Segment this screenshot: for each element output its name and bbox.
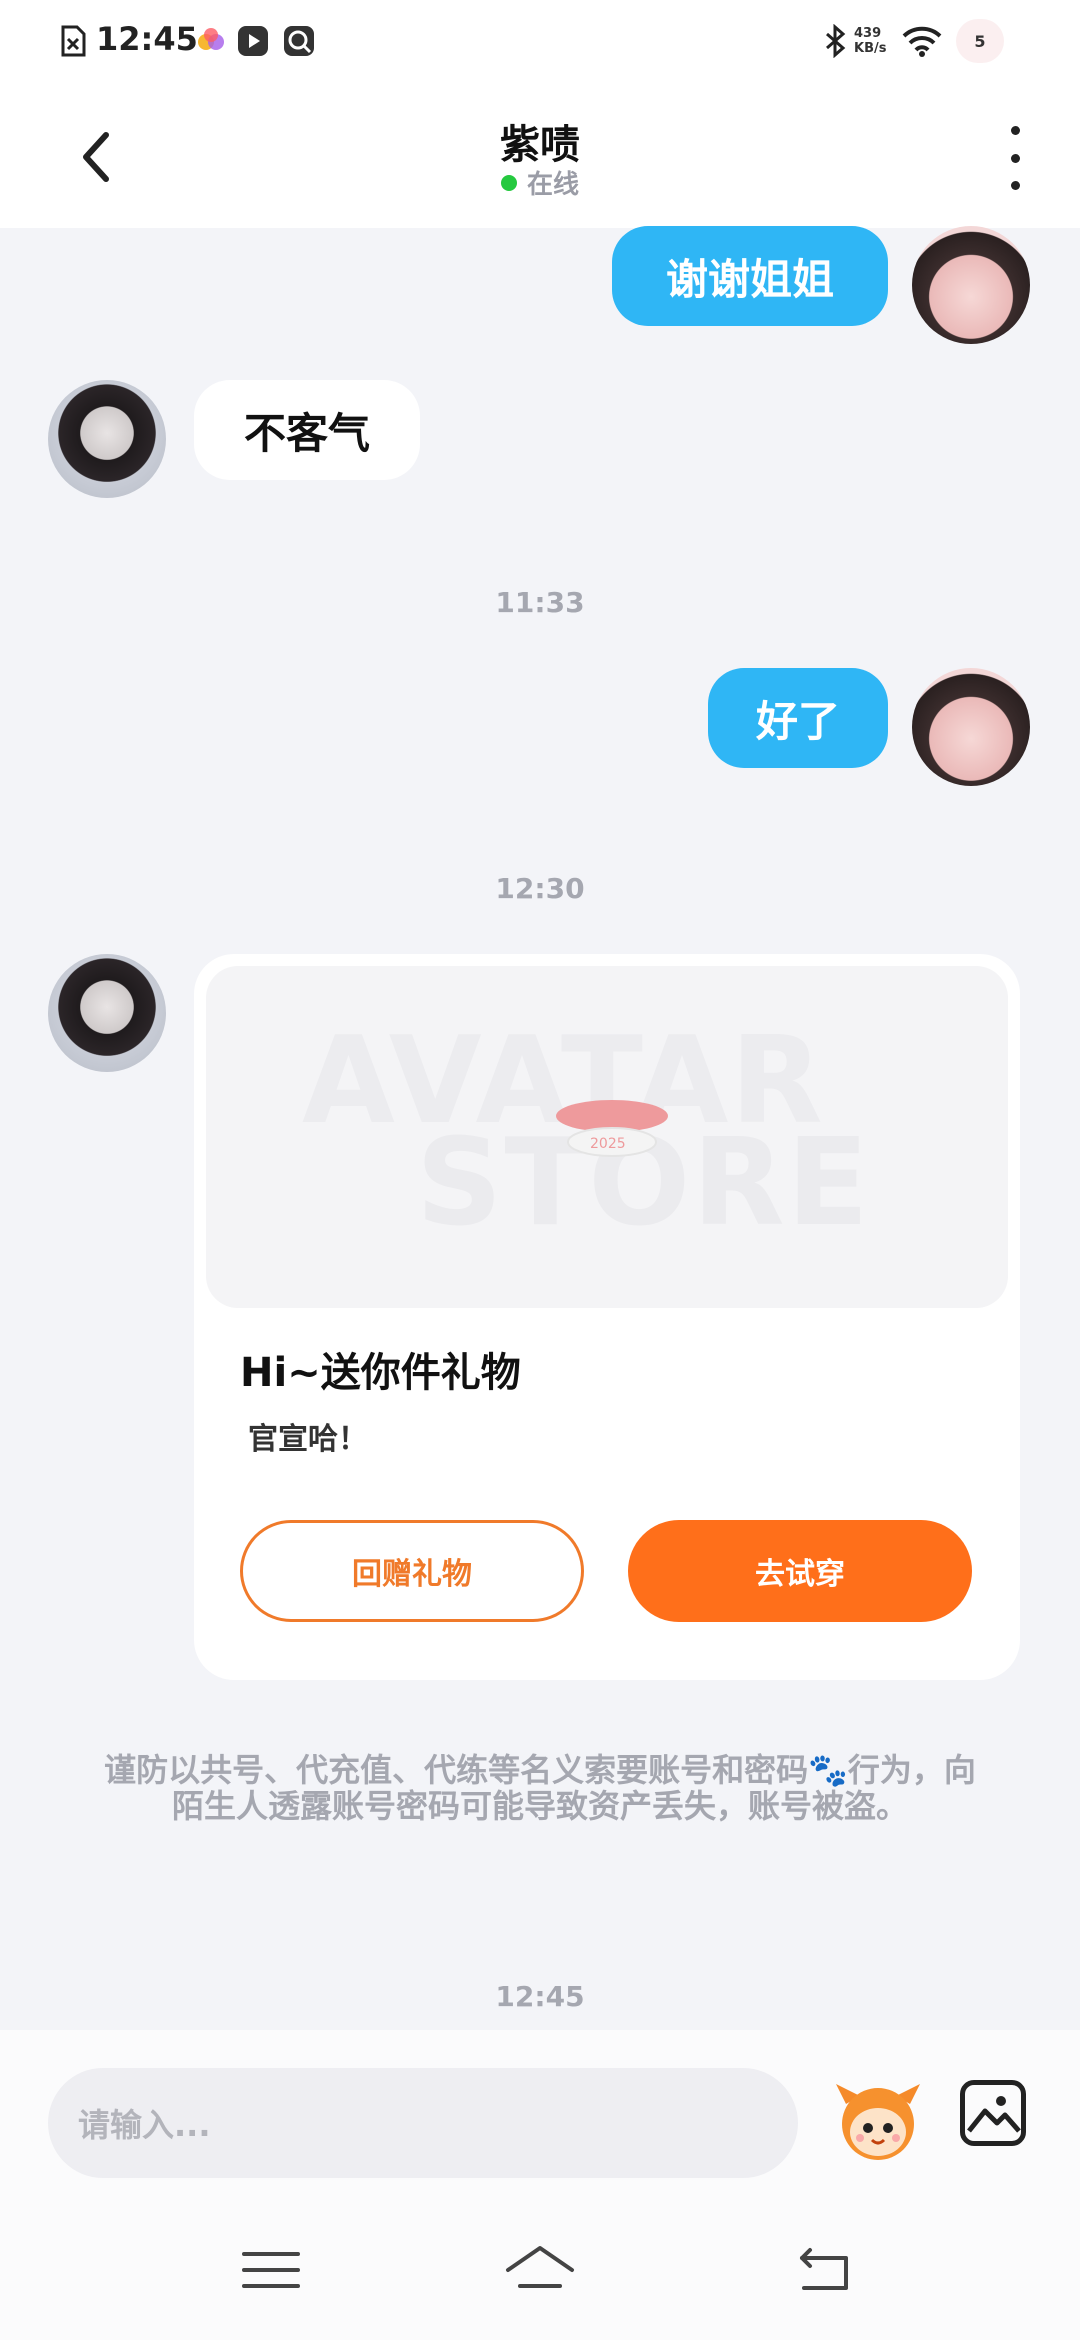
my-avatar[interactable] bbox=[912, 226, 1030, 344]
security-warning: 谨防以共号、代充值、代练等名义索要账号和密码🐾行为，向陌生人透露账号密码可能导致… bbox=[104, 1751, 976, 1825]
search-app-icon bbox=[284, 26, 314, 56]
menu-icon[interactable] bbox=[236, 2240, 306, 2300]
status-time: 12:45 bbox=[96, 20, 198, 58]
wifi-icon bbox=[902, 26, 942, 57]
battery-level: 5 bbox=[974, 31, 986, 51]
message-timestamp: 12:30 bbox=[495, 872, 585, 905]
chat-header: 紫啧 在线 bbox=[0, 82, 1080, 228]
message-input[interactable]: 请输入... bbox=[48, 2068, 798, 2178]
online-dot-icon bbox=[500, 174, 517, 191]
online-status: 在线 bbox=[0, 164, 1080, 201]
more-dot-icon bbox=[1010, 181, 1020, 190]
home-icon[interactable] bbox=[502, 2240, 578, 2300]
contact-avatar[interactable] bbox=[48, 380, 166, 498]
gift-subtitle: 官宣哈！ bbox=[248, 1422, 368, 1457]
more-dot-icon bbox=[1010, 153, 1020, 163]
my-avatar[interactable] bbox=[912, 668, 1030, 786]
emoji-sticker-icon[interactable] bbox=[832, 2074, 924, 2166]
gift-message-card[interactable]: AVATAR STORE 2025 Hi~送你件礼物 官宣哈！ 回赠礼物 去试穿 bbox=[194, 954, 1020, 1680]
gift-preview-image[interactable]: AVATAR STORE 2025 bbox=[206, 966, 1008, 1308]
input-bar: 请输入... bbox=[0, 2030, 1080, 2210]
file-x-icon bbox=[61, 25, 86, 57]
gift-title: Hi~送你件礼物 bbox=[240, 1350, 521, 1396]
image-picker-button[interactable] bbox=[960, 2080, 1026, 2146]
online-status-label: 在线 bbox=[526, 170, 579, 200]
bluetooth-icon bbox=[826, 24, 846, 58]
message-timestamp: 12:45 bbox=[495, 1980, 585, 2013]
play-icon bbox=[238, 26, 268, 56]
hair-clip-icon: 2025 bbox=[556, 1100, 668, 1157]
message-bubble-outgoing[interactable]: 谢谢姐姐 bbox=[612, 226, 888, 326]
status-bar: 12:45 439 KB/s 5 bbox=[0, 0, 1080, 82]
message-timestamp: 11:33 bbox=[495, 586, 585, 619]
image-icon bbox=[967, 2096, 1021, 2133]
battery-icon: 5 bbox=[956, 19, 1004, 63]
back-nav-icon[interactable] bbox=[790, 2240, 860, 2300]
return-gift-button[interactable]: 回赠礼物 bbox=[240, 1520, 584, 1622]
app-colorful-icon bbox=[198, 28, 224, 50]
message-bubble-outgoing[interactable]: 好了 bbox=[708, 668, 888, 768]
contact-avatar[interactable] bbox=[48, 954, 166, 1072]
more-dot-icon bbox=[1010, 126, 1020, 135]
try-on-button[interactable]: 去试穿 bbox=[628, 1520, 972, 1622]
system-nav-bar bbox=[0, 2210, 1080, 2340]
gift-item-label: 2025 bbox=[590, 1136, 626, 1152]
more-options-button[interactable] bbox=[995, 126, 1035, 190]
message-bubble-incoming[interactable]: 不客气 bbox=[194, 380, 420, 480]
contact-name[interactable]: 紫啧 bbox=[0, 112, 1080, 170]
network-speed: 439 KB/s bbox=[854, 26, 887, 56]
